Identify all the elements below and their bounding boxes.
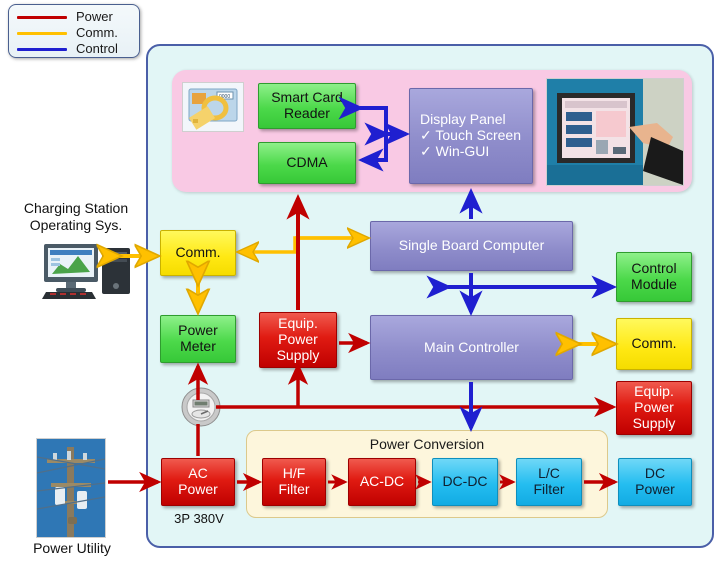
single-board-computer-label: Single Board Computer — [398, 237, 545, 254]
legend-label-control: Control — [76, 41, 118, 56]
power-meter-label-line1: Power — [178, 322, 218, 339]
hf-filter-label-line2: Filter — [278, 481, 310, 497]
power-utility-label: Power Utility — [33, 540, 111, 556]
comm-line-swatch — [17, 31, 67, 35]
equip-power-supply-right-label-line3: Supply — [632, 414, 676, 431]
control-module-label-line2: Module — [631, 276, 677, 292]
ac-power-box[interactable]: AC Power — [161, 458, 235, 506]
ac-dc-label: AC-DC — [359, 473, 405, 490]
smart-card-key-icon: 0000 — [182, 82, 244, 132]
equip-power-supply-right-label-line1: Equip. — [634, 383, 674, 400]
legend-item-control: Control — [15, 41, 133, 57]
single-board-computer-box[interactable]: Single Board Computer — [370, 221, 573, 271]
touchscreen-kiosk-photo — [546, 78, 684, 186]
cdma-box[interactable]: CDMA — [258, 142, 356, 184]
dc-dc-box[interactable]: DC-DC — [432, 458, 498, 506]
lc-filter-label-line1: L/C — [538, 465, 560, 482]
display-panel-box[interactable]: Display Panel ✓ Touch Screen ✓ Win-GUI — [409, 88, 533, 184]
diagram-canvas: Power Comm. Control 0000 Smart Card Read… — [0, 0, 721, 567]
legend-item-comm: Comm. — [15, 25, 133, 41]
os-label-line1: Charging Station — [23, 200, 129, 216]
electric-meter-icon — [180, 386, 222, 428]
main-controller-box[interactable]: Main Controller — [370, 315, 573, 380]
legend-label-comm: Comm. — [76, 25, 118, 40]
dc-power-box[interactable]: DC Power — [618, 458, 692, 506]
smart-card-reader-box[interactable]: Smart Card Reader — [258, 83, 356, 129]
smart-card-reader-label-line2: Reader — [284, 105, 330, 121]
lc-filter-label-line2: Filter — [533, 481, 565, 497]
charging-station-os-label: Charging Station Operating Sys. — [6, 200, 146, 233]
dc-power-label-line2: Power — [635, 481, 675, 497]
comm-right-label: Comm. — [631, 335, 677, 352]
dc-dc-label: DC-DC — [442, 473, 488, 490]
control-module-box[interactable]: Control Module — [616, 252, 692, 302]
equip-power-supply-box[interactable]: Equip. Power Supply — [259, 312, 337, 368]
cdma-label: CDMA — [286, 154, 328, 171]
hf-filter-box[interactable]: H/F Filter — [262, 458, 326, 506]
equip-power-supply-label-line2: Power — [278, 331, 318, 348]
ac-power-spec-label: 3P 380V — [174, 511, 224, 526]
desktop-computer-icon — [38, 242, 142, 300]
power-conversion-title: Power Conversion — [369, 436, 485, 452]
equip-power-supply-right-box[interactable]: Equip. Power Supply — [616, 381, 692, 435]
display-panel-title: Display Panel — [420, 111, 506, 128]
hf-filter-label-line1: H/F — [282, 465, 306, 482]
ac-dc-box[interactable]: AC-DC — [348, 458, 416, 506]
ac-power-label-line1: AC — [188, 465, 208, 482]
utility-pole-photo — [36, 438, 106, 538]
power-meter-box[interactable]: Power Meter — [160, 315, 236, 363]
os-label-line2: Operating Sys. — [29, 216, 123, 233]
display-panel-feature-touch-screen: ✓ Touch Screen — [420, 127, 521, 144]
lc-filter-box[interactable]: L/C Filter — [516, 458, 582, 506]
equip-power-supply-label-line3: Supply — [276, 346, 320, 363]
legend-item-power: Power — [15, 9, 133, 25]
main-controller-label: Main Controller — [424, 338, 519, 355]
comm-left-label: Comm. — [175, 244, 221, 261]
comm-right-box[interactable]: Comm. — [616, 318, 692, 370]
control-module-label-line1: Control — [631, 260, 677, 277]
dc-power-label-line1: DC — [644, 465, 666, 482]
power-meter-label-line2: Meter — [180, 338, 216, 354]
legend-label-power: Power — [76, 9, 113, 24]
smart-card-reader-label-line1: Smart Card — [271, 89, 343, 106]
equip-power-supply-right-label-line2: Power — [634, 399, 674, 416]
display-panel-feature-win-gui: ✓ Win-GUI — [420, 142, 490, 159]
control-line-swatch — [17, 47, 67, 51]
legend: Power Comm. Control — [8, 4, 140, 58]
comm-left-box[interactable]: Comm. — [160, 230, 236, 276]
power-line-swatch — [17, 15, 67, 19]
equip-power-supply-label-line1: Equip. — [278, 315, 318, 332]
ac-power-label-line2: Power — [178, 481, 218, 497]
